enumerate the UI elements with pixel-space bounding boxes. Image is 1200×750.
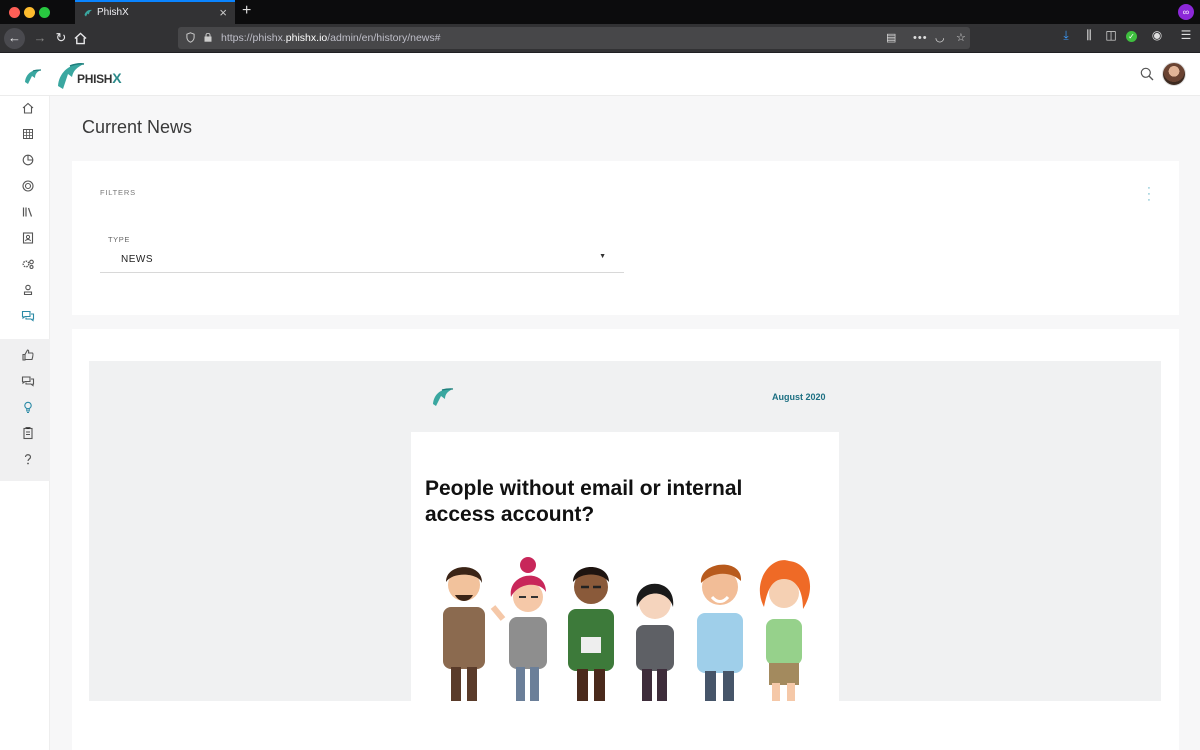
person-3-figure <box>568 567 614 701</box>
person-6-figure <box>759 560 811 701</box>
library-icon[interactable] <box>20 204 36 220</box>
menu-icon[interactable]: ☰ <box>1178 28 1194 42</box>
reports-icon[interactable] <box>20 152 36 168</box>
clipboard-icon[interactable] <box>20 425 36 441</box>
user-avatar[interactable] <box>1162 62 1186 86</box>
url-prefix: https://phishx. <box>221 32 286 44</box>
forward-button[interactable]: → <box>30 28 50 48</box>
person-1-figure <box>443 567 485 701</box>
sidebar <box>0 96 50 750</box>
filters-more-icon[interactable]: · · · <box>1145 183 1153 206</box>
dropdown-arrow-icon: ▼ <box>599 253 606 260</box>
home-icon[interactable] <box>20 100 36 116</box>
lightbulb-icon[interactable] <box>20 399 36 415</box>
page-title: Current News <box>82 117 193 137</box>
new-tab-button[interactable]: + <box>242 2 251 20</box>
pocket-icon[interactable]: ◡ <box>935 27 945 49</box>
minimize-window-button[interactable] <box>24 7 35 18</box>
person-2-figure <box>490 557 547 701</box>
tracking-shield-icon[interactable] <box>186 32 195 43</box>
browser-titlebar: PhishX × + ∞ <box>0 0 1200 24</box>
filters-card: FILTERS · · · TYPE NEWS ▼ <box>72 161 1179 315</box>
brand-x: X <box>112 70 122 86</box>
browser-tab[interactable]: PhishX × <box>75 0 235 24</box>
lock-icon[interactable] <box>204 33 212 42</box>
person-4-figure <box>636 583 674 701</box>
browser-navbar: ← → ↻ https://phishx.phishx.io/admin/en/… <box>0 24 1200 53</box>
type-label: TYPE <box>108 235 130 244</box>
close-window-button[interactable] <box>9 7 20 18</box>
page-actions-icon[interactable]: ••• <box>913 27 928 49</box>
thumbs-up-icon[interactable] <box>20 347 36 363</box>
zoom-window-button[interactable] <box>39 7 50 18</box>
brand-name: PHISHX <box>77 70 122 86</box>
app-header: PHISHX <box>0 53 1200 96</box>
newsletter-card: People without email or internal access … <box>411 432 839 701</box>
sidebar-toggle-icon[interactable]: ◫ <box>1103 28 1119 42</box>
account-icon[interactable]: ◉ <box>1149 28 1165 42</box>
people-illustration-icon <box>443 557 811 701</box>
newsletter-logo-icon <box>433 388 454 406</box>
type-select[interactable]: NEWS ▼ <box>100 247 624 273</box>
phishx-mini-logo-icon[interactable] <box>23 66 43 86</box>
url-path: /admin/en/history/news# <box>327 32 441 44</box>
news-panel: August 2020 People without email or inte… <box>72 329 1179 750</box>
newsletter-headline: People without email or internal access … <box>425 477 743 526</box>
reload-button[interactable]: ↻ <box>51 28 71 48</box>
type-select-value: NEWS <box>121 254 153 265</box>
extension-check-icon[interactable]: ✓ <box>1126 31 1137 42</box>
settings-icon[interactable] <box>20 256 36 272</box>
phishx-favicon-icon <box>84 9 92 17</box>
chat-icon[interactable] <box>20 308 36 324</box>
url-bar[interactable]: https://phishx.phishx.io/admin/en/histor… <box>178 27 970 49</box>
filters-label: FILTERS <box>100 188 136 197</box>
user-icon[interactable] <box>20 282 36 298</box>
brand-text: PHISH <box>77 72 113 86</box>
home-button-icon[interactable] <box>74 32 87 45</box>
private-browsing-icon[interactable]: ∞ <box>1178 4 1194 20</box>
library-toolbar-icon[interactable]: ⫼ <box>1081 28 1097 43</box>
newsletter-date: August 2020 <box>772 392 826 402</box>
comments-icon[interactable] <box>20 373 36 389</box>
dashboard-icon[interactable] <box>20 126 36 142</box>
search-icon[interactable] <box>1140 67 1154 81</box>
close-tab-icon[interactable]: × <box>219 2 227 24</box>
help-icon[interactable] <box>20 451 36 467</box>
bookmark-star-icon[interactable]: ☆ <box>956 27 966 49</box>
url-domain: phishx.io <box>285 32 328 44</box>
tab-title: PhishX <box>97 7 129 18</box>
person-5-figure <box>697 564 743 701</box>
back-button[interactable]: ← <box>4 28 25 49</box>
main-content: Current News FILTERS · · · TYPE NEWS ▼ Aug… <box>50 96 1200 750</box>
reader-view-icon[interactable]: ▤ <box>886 27 896 49</box>
contacts-icon[interactable] <box>20 230 36 246</box>
target-icon[interactable] <box>20 178 36 194</box>
newsletter-preview[interactable]: August 2020 People without email or inte… <box>89 361 1161 701</box>
downloads-icon[interactable]: ⤓ <box>1058 28 1074 43</box>
